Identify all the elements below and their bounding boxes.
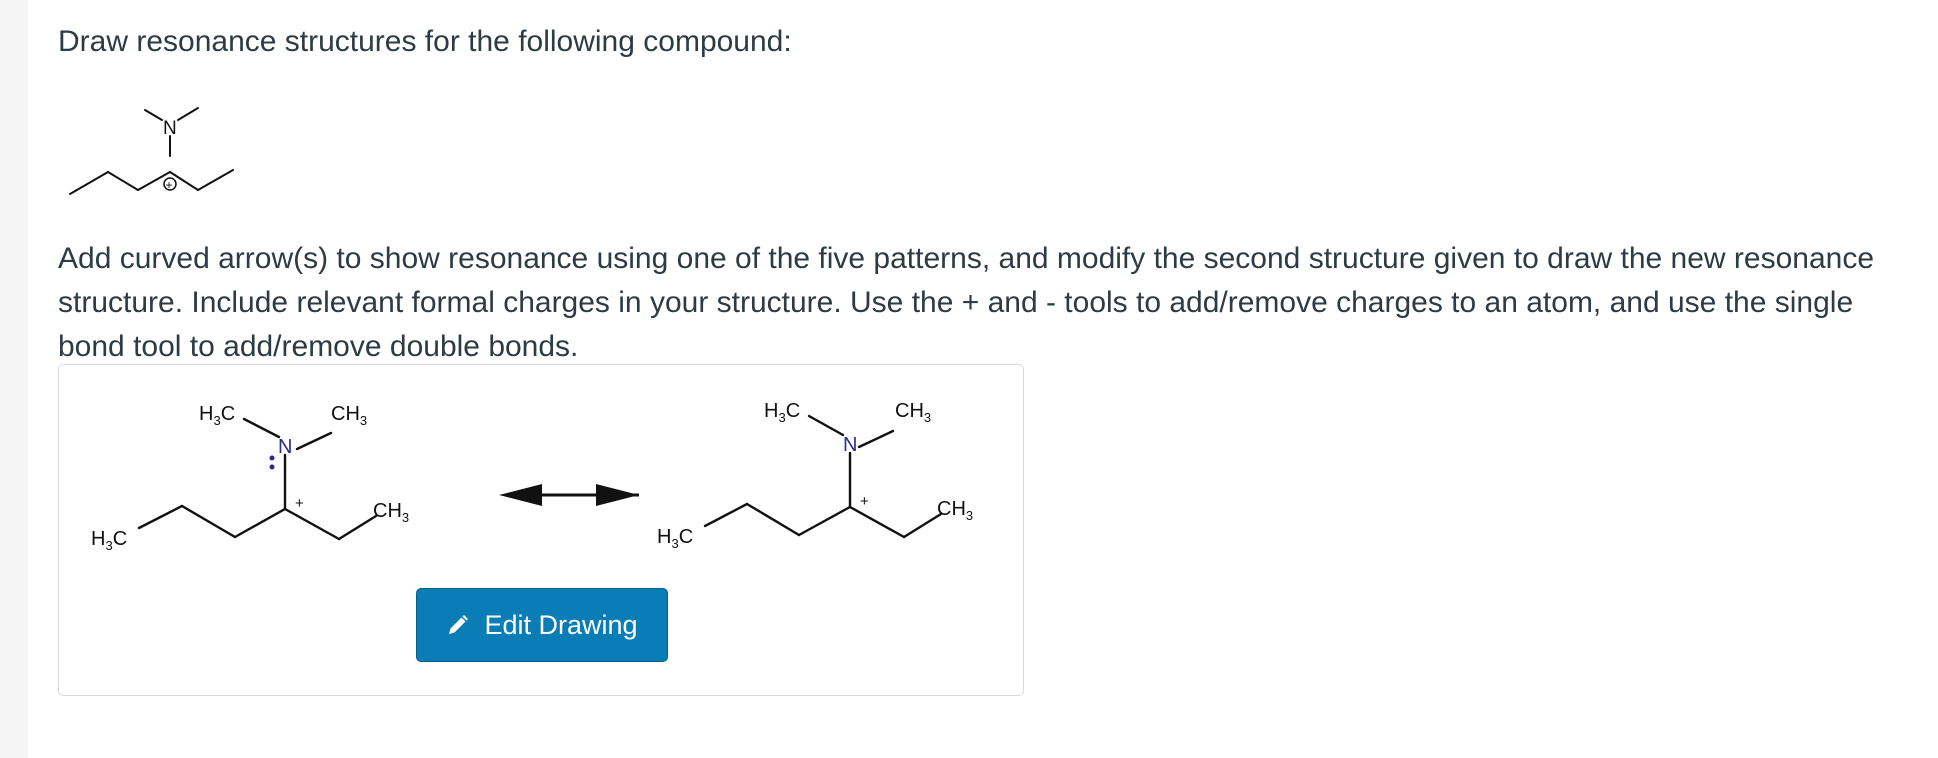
structure-2-bond (857, 429, 895, 449)
structure-1-h3c-top: H3C (199, 403, 235, 428)
compound-nitrogen-label: N (163, 118, 177, 139)
lone-pair-dot (269, 464, 275, 470)
drawing-panel: H3C CH3 N + CH3 H3C H3C CH3 N + CH3 H3C … (58, 364, 1024, 696)
structure-1-ch3-right: CH3 (373, 500, 409, 525)
structure-2-charge: + (860, 493, 869, 510)
lone-pair-dot (269, 455, 275, 461)
structure-1-bond (295, 431, 333, 451)
structure-2-bond (703, 502, 749, 528)
structure-1-bond (233, 507, 287, 539)
structure-1-ch3-top: CH3 (331, 403, 367, 428)
structure-2 (703, 414, 943, 539)
edit-drawing-label: Edit Drawing (484, 609, 638, 640)
structure-1-bond (242, 417, 281, 439)
structure-2-h3c-top: H3C (764, 400, 800, 425)
question-body: Draw resonance structures for the follow… (58, 20, 1898, 369)
compound-bond (107, 171, 139, 191)
structure-2-ch3-top: CH3 (895, 400, 931, 425)
compound-bond (144, 109, 163, 121)
compound-bond (197, 169, 234, 191)
structure-1-charge: + (295, 495, 304, 512)
structure-1-bond (137, 504, 184, 530)
pencil-icon (449, 615, 469, 634)
structure-2-bond (807, 414, 845, 437)
edit-drawing-button[interactable]: Edit Drawing (416, 588, 668, 662)
structure-1-bond (283, 507, 341, 541)
structure-1-h3c-left: H3C (91, 528, 127, 553)
structure-2-bond (848, 505, 906, 539)
compound-structure-image: N + (69, 107, 234, 195)
question-prompt: Draw resonance structures for the follow… (58, 25, 792, 58)
structure-2-ch3-right: CH3 (937, 498, 973, 523)
structure-2-bond (745, 502, 801, 537)
compound-bond (177, 107, 199, 121)
compound-bond (69, 171, 109, 195)
structure-2-bond (902, 512, 943, 539)
structure-1-nitrogen-label: N (278, 436, 292, 458)
question-instructions: Add curved arrow(s) to show resonance us… (58, 242, 1875, 363)
double-headed-arrow-icon (499, 484, 639, 506)
structure-1-bond (180, 504, 237, 539)
structure-2-bond (797, 505, 852, 537)
structure-2-h3c-left: H3C (657, 526, 693, 551)
structure-2-nitrogen-label: N (843, 434, 857, 456)
compound-charge-label: + (166, 178, 173, 192)
structure-1-bond (337, 514, 378, 541)
structure-1 (137, 417, 378, 541)
left-rail (0, 0, 28, 758)
